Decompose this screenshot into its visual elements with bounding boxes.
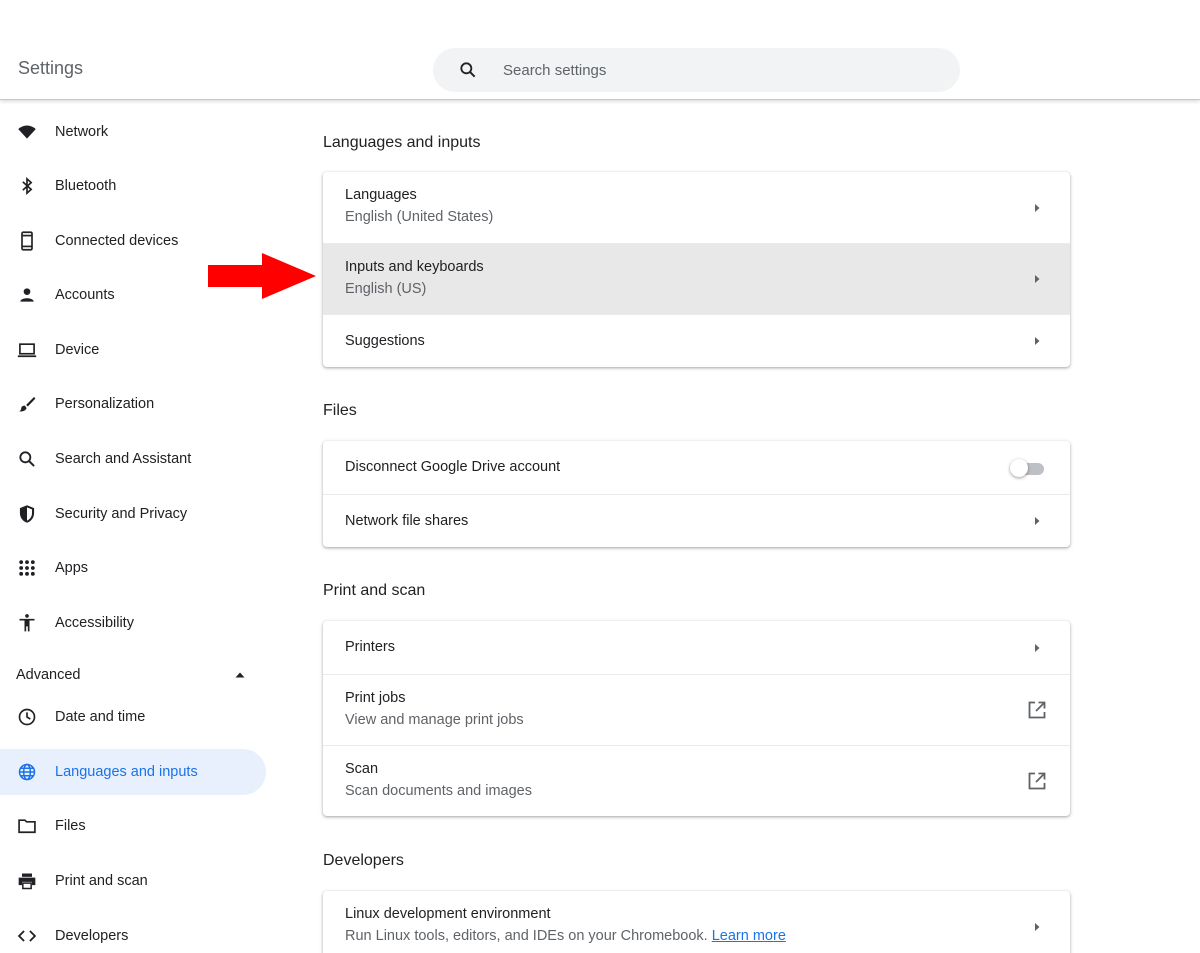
brush-icon bbox=[16, 393, 38, 415]
sidebar-item-apps[interactable]: Apps bbox=[0, 545, 266, 591]
sidebar-item-print-scan[interactable]: Print and scan bbox=[0, 858, 266, 904]
sidebar-item-device[interactable]: Device bbox=[0, 327, 266, 373]
search-icon bbox=[458, 60, 478, 80]
sidebar-item-label: Security and Privacy bbox=[55, 506, 188, 522]
sidebar-item-files[interactable]: Files bbox=[0, 803, 266, 849]
search-input[interactable] bbox=[503, 61, 923, 79]
row-subtitle-wrap: Run Linux tools, editors, and IDEs on yo… bbox=[345, 928, 786, 944]
row-subtitle: English (US) bbox=[345, 281, 427, 297]
row-network-file-shares[interactable]: Network file shares bbox=[323, 494, 1070, 547]
row-title: Linux development environment bbox=[345, 906, 551, 922]
search-box[interactable] bbox=[433, 48, 960, 92]
sidebar-item-developers[interactable]: Developers bbox=[0, 913, 266, 953]
sidebar-item-personalization[interactable]: Personalization bbox=[0, 381, 266, 427]
arrow-right-icon bbox=[1035, 922, 1040, 931]
row-title: Network file shares bbox=[345, 513, 469, 529]
laptop-icon bbox=[16, 339, 38, 361]
sidebar-item-label: Apps bbox=[55, 560, 89, 576]
sidebar-item-label: Accounts bbox=[55, 287, 115, 303]
sidebar-item-label: Personalization bbox=[55, 396, 155, 412]
shield-icon bbox=[16, 503, 38, 525]
row-subtitle: English (United States) bbox=[345, 209, 494, 225]
row-subtitle: Run Linux tools, editors, and IDEs on yo… bbox=[345, 928, 708, 944]
caret-up-icon bbox=[235, 672, 245, 678]
external-link-icon[interactable] bbox=[1027, 771, 1047, 791]
sidebar-item-label: Accessibility bbox=[55, 615, 134, 631]
card-print-scan: Printers Print jobs View and manage prin… bbox=[323, 621, 1070, 816]
clock-icon bbox=[16, 706, 38, 728]
search-icon bbox=[16, 448, 38, 470]
row-languages[interactable]: Languages English (United States) bbox=[323, 172, 1070, 243]
row-title: Disconnect Google Drive account bbox=[345, 459, 561, 475]
sidebar-item-languages-inputs[interactable]: Languages and inputs bbox=[0, 749, 266, 795]
row-disconnect-drive[interactable]: Disconnect Google Drive account bbox=[323, 441, 1070, 494]
card-developers: Linux development environment Run Linux … bbox=[323, 891, 1070, 953]
toggle-knob bbox=[1010, 458, 1028, 477]
row-subtitle: Scan documents and images bbox=[345, 783, 532, 799]
arrow-right-icon bbox=[1035, 203, 1040, 212]
sidebar-item-label: Search and Assistant bbox=[55, 451, 192, 467]
app-title: Settings bbox=[18, 58, 84, 78]
sidebar-item-network[interactable]: Network bbox=[0, 109, 266, 155]
arrow-right-icon bbox=[1035, 643, 1040, 652]
section-title-print-scan: Print and scan bbox=[323, 582, 426, 599]
sidebar-item-label: Device bbox=[55, 342, 100, 358]
learn-more-link[interactable]: Learn more bbox=[712, 928, 786, 944]
code-icon bbox=[16, 925, 38, 947]
row-title: Languages bbox=[345, 187, 417, 203]
row-title: Inputs and keyboards bbox=[345, 259, 484, 275]
header: Settings bbox=[0, 0, 1200, 100]
sidebar-item-label: Bluetooth bbox=[55, 178, 117, 194]
arrow-right-icon bbox=[1035, 337, 1040, 345]
row-suggestions[interactable]: Suggestions bbox=[323, 314, 1070, 367]
card-languages: Languages English (United States) Inputs… bbox=[323, 172, 1070, 367]
red-arrow-icon bbox=[208, 253, 316, 299]
row-inputs-keyboards[interactable]: Inputs and keyboards English (US) bbox=[323, 243, 1070, 314]
external-link-icon[interactable] bbox=[1027, 700, 1047, 720]
printer-icon bbox=[16, 870, 38, 892]
arrow-right-icon bbox=[1035, 517, 1040, 525]
section-title-developers: Developers bbox=[323, 852, 404, 869]
wifi-icon bbox=[16, 121, 38, 143]
person-icon bbox=[16, 284, 38, 306]
row-subtitle: View and manage print jobs bbox=[345, 712, 524, 728]
sidebar-item-label: Date and time bbox=[55, 709, 146, 725]
sidebar-item-search-assistant[interactable]: Search and Assistant bbox=[0, 436, 266, 482]
sidebar-item-label: Files bbox=[55, 818, 86, 834]
row-title: Print jobs bbox=[345, 690, 406, 706]
arrow-right-icon bbox=[1035, 275, 1040, 283]
row-title: Printers bbox=[345, 639, 395, 655]
sidebar-item-label: Languages and inputs bbox=[55, 764, 198, 780]
row-print-jobs[interactable]: Print jobs View and manage print jobs bbox=[323, 674, 1070, 745]
row-title: Suggestions bbox=[345, 333, 425, 349]
sidebar-item-label: Network bbox=[55, 124, 109, 140]
accessibility-icon bbox=[16, 612, 38, 634]
phone-icon bbox=[16, 230, 38, 252]
folder-icon bbox=[16, 815, 38, 837]
row-scan[interactable]: Scan Scan documents and images bbox=[323, 745, 1070, 816]
bluetooth-icon bbox=[16, 175, 38, 197]
section-title-languages: Languages and inputs bbox=[323, 134, 481, 151]
advanced-toggle[interactable]: Advanced bbox=[0, 657, 266, 693]
row-printers[interactable]: Printers bbox=[323, 621, 1070, 674]
sidebar-item-label: Connected devices bbox=[55, 233, 179, 249]
sidebar-item-label: Print and scan bbox=[55, 873, 148, 889]
advanced-label: Advanced bbox=[16, 667, 81, 683]
globe-icon bbox=[16, 761, 38, 783]
drive-toggle[interactable] bbox=[1010, 458, 1046, 477]
sidebar-item-label: Developers bbox=[55, 928, 129, 944]
sidebar-item-date-time[interactable]: Date and time bbox=[0, 694, 266, 740]
sidebar-item-accessibility[interactable]: Accessibility bbox=[0, 600, 266, 646]
sidebar-item-security-privacy[interactable]: Security and Privacy bbox=[0, 491, 266, 537]
sidebar-item-bluetooth[interactable]: Bluetooth bbox=[0, 163, 266, 209]
section-title-files: Files bbox=[323, 402, 357, 419]
card-files: Disconnect Google Drive account Network … bbox=[323, 441, 1070, 547]
apps-grid-icon bbox=[16, 557, 38, 579]
row-linux-dev-env[interactable]: Linux development environment Run Linux … bbox=[323, 891, 1070, 953]
row-title: Scan bbox=[345, 761, 379, 777]
